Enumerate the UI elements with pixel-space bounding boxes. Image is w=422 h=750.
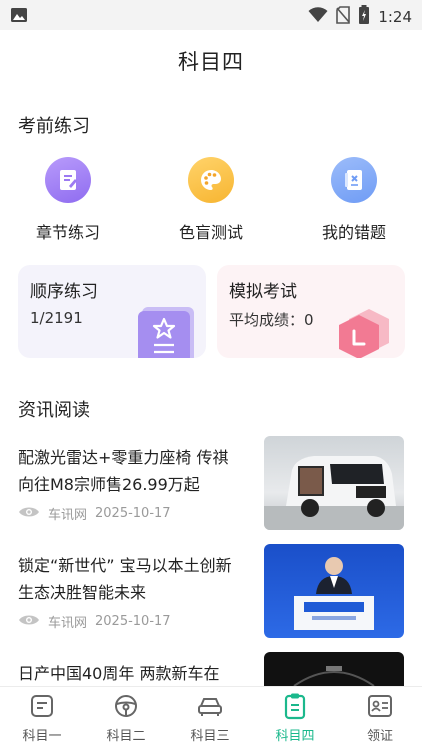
quick-actions: 章节练习 色盲测试 我的错题 — [0, 157, 422, 247]
eye-icon — [18, 505, 40, 523]
title-bar: 科目四 — [0, 30, 422, 92]
tab-subject-one[interactable]: 科目一 — [0, 691, 84, 744]
news-title: 日产中国40周年 两款新车在 — [18, 664, 220, 683]
page-title: 科目四 — [178, 50, 244, 74]
news-meta: 车讯网 2025-10-17 — [18, 504, 171, 523]
wrong-questions-button[interactable]: 我的错题 — [299, 157, 409, 243]
news-date: 2025-10-17 — [95, 614, 171, 629]
news-item[interactable]: 日产中国40周年 两款新车在 — [18, 652, 404, 686]
chapter-practice-button[interactable]: 章节练习 — [13, 157, 123, 243]
status-bar: 1:24 — [0, 0, 422, 30]
news-date: 2025-10-17 — [95, 506, 171, 521]
eye-icon — [18, 613, 40, 631]
average-score-label: 平均成绩： — [229, 311, 305, 329]
wrong-questions-label: 我的错题 — [321, 223, 386, 242]
image-notification-icon — [10, 7, 28, 27]
hexagon-l-icon — [329, 305, 395, 358]
section-heading-news: 资讯阅读 — [18, 396, 90, 426]
battery-icon — [358, 5, 370, 29]
wifi-icon — [308, 7, 328, 27]
sequential-practice-title: 顺序练习 — [30, 282, 98, 302]
news-source: 车讯网 — [48, 508, 88, 523]
chapter-practice-icon — [45, 157, 91, 203]
news-thumbnail-nissan — [264, 652, 404, 686]
section-heading-label: 考前练习 — [18, 116, 90, 137]
status-time: 1:24 — [378, 8, 412, 26]
sequential-practice-progress: 1/2191 — [30, 309, 83, 327]
tab-label: 科目二 — [106, 729, 146, 744]
color-blind-test-button[interactable]: 色盲测试 — [156, 157, 266, 243]
news-item[interactable]: 配激光雷达+零重力座椅 传祺向往M8宗师售26.99万起 车讯网 2025-10… — [18, 436, 404, 532]
tab-label: 领证 — [366, 729, 393, 744]
news-thumbnail-conference — [264, 544, 404, 638]
chapter-practice-label: 章节练习 — [35, 223, 100, 242]
mock-exam-card[interactable]: 模拟考试 平均成绩：0 — [217, 265, 405, 358]
mock-exam-average: 平均成绩：0 — [229, 309, 314, 330]
palette-icon — [188, 157, 234, 203]
section-heading-label: 资讯阅读 — [18, 400, 90, 421]
clipboard-icon — [280, 691, 310, 721]
car-icon — [195, 691, 225, 721]
news-title: 锁定“新世代” 宝马以本土创新生态决胜智能未来 — [18, 556, 232, 602]
tab-label: 科目三 — [190, 729, 230, 744]
news-title: 配激光雷达+零重力座椅 传祺向往M8宗师售26.99万起 — [18, 448, 229, 494]
no-sim-icon — [336, 6, 351, 28]
id-card-icon — [365, 691, 395, 721]
book-star-icon — [136, 305, 200, 358]
sequential-practice-card[interactable]: 顺序练习 1/2191 — [18, 265, 206, 358]
subject-one-icon — [27, 691, 57, 721]
tab-license[interactable]: 领证 — [338, 691, 422, 744]
tab-label: 科目一 — [22, 729, 62, 744]
section-heading-practice: 考前练习 — [18, 112, 90, 142]
tab-label: 科目四 — [275, 729, 315, 744]
news-meta: 车讯网 2025-10-17 — [18, 612, 171, 631]
bottom-tab-bar: 科目一 科目二 科目三 科目四 领证 — [0, 686, 422, 750]
tab-subject-two[interactable]: 科目二 — [84, 691, 168, 744]
wrong-questions-icon — [331, 157, 377, 203]
mock-exam-title: 模拟考试 — [229, 282, 297, 302]
news-source: 车讯网 — [48, 616, 88, 631]
color-blind-test-label: 色盲测试 — [178, 223, 243, 242]
steering-wheel-icon — [111, 691, 141, 721]
average-score-value: 0 — [304, 311, 314, 329]
news-thumbnail-mpv — [264, 436, 404, 530]
news-item[interactable]: 锁定“新世代” 宝马以本土创新生态决胜智能未来 车讯网 2025-10-17 — [18, 544, 404, 640]
tab-subject-four[interactable]: 科目四 — [253, 691, 337, 744]
tab-subject-three[interactable]: 科目三 — [168, 691, 252, 744]
